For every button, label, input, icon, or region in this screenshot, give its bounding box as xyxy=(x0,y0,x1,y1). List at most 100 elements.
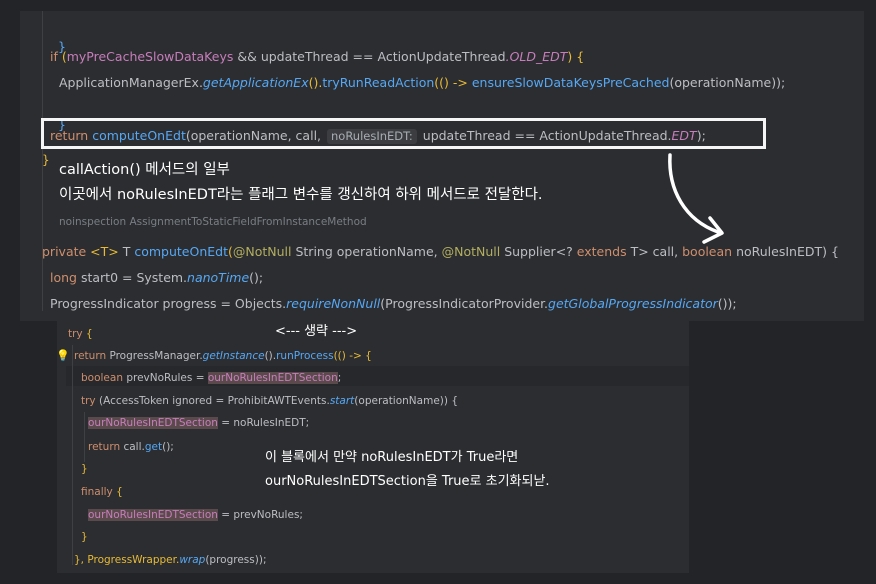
indent-guide xyxy=(72,345,73,565)
method-decl: computeOnEdt xyxy=(134,244,228,259)
bcode-line-4: try (AccessToken ignored = ProhibitAWTEv… xyxy=(81,394,458,408)
resource: (AccessToken ignored = ProhibitAWTEvents… xyxy=(95,395,330,407)
lambda-end: }, ProgressWrapper. xyxy=(74,554,180,566)
method-call: getApplicationEx xyxy=(202,75,309,90)
paren: (() -> xyxy=(434,75,472,90)
brace: { xyxy=(82,328,93,340)
end: ()); xyxy=(717,296,737,311)
code-line-5: return computeOnEdt(operationName, call,… xyxy=(50,128,706,144)
paren-brace: ) { xyxy=(567,49,585,64)
end: (); xyxy=(249,270,264,285)
annotation: @NotNull xyxy=(232,244,292,259)
method-call: nanoTime xyxy=(187,270,250,285)
brace: } xyxy=(81,531,88,543)
const-ref: EDT xyxy=(671,128,697,143)
args: (operationName, call, xyxy=(185,128,325,143)
kw-long: long xyxy=(50,270,77,285)
bcode-line-7: } xyxy=(81,462,88,476)
method-call: ensureSlowDataKeysPreCached xyxy=(471,75,670,90)
param: noRulesInEDT) { xyxy=(732,244,839,259)
method-call: wrap xyxy=(179,554,206,566)
caption-desc: 이곳에서 noRulesInEDT라는 플래그 변수를 갱신하여 하위 메서드로… xyxy=(59,187,543,203)
kw-finally: finally xyxy=(81,486,113,498)
bcode-line-8: finally { xyxy=(81,485,123,499)
method-call: start xyxy=(329,395,355,407)
end: ); xyxy=(696,128,706,143)
assign: prevNoRules = xyxy=(122,372,208,384)
var-ref: updateThread xyxy=(260,49,349,64)
method-call: tryRunReadAction xyxy=(322,75,435,90)
bcode-line-11: }, ProgressWrapper.wrap(progress)); xyxy=(74,553,266,567)
method-call: requireNonNull xyxy=(286,296,381,311)
note-line-2: ourNoRulesInEDTSection을 True로 초기화되낟. xyxy=(265,474,550,489)
assign: = prevNoRules; xyxy=(217,509,303,521)
kw-return: return xyxy=(50,128,93,143)
note-line-1: 이 블록에서 만약 noRulesInEDT가 True라면 xyxy=(265,450,519,465)
method-call: get xyxy=(144,441,163,453)
generic: <T> xyxy=(90,244,123,259)
code-line-2: if (myPreCacheSlowDataKeys && updateThre… xyxy=(50,49,584,65)
bcode-line-6: return call.get(); xyxy=(88,440,174,454)
code-line-9: long start0 = System.nanoTime(); xyxy=(50,270,263,286)
assign: start0 = System. xyxy=(76,270,188,285)
param: Supplier<? xyxy=(500,244,577,259)
lightbulb-icon[interactable]: 💡 xyxy=(56,349,70,362)
op-and: && xyxy=(233,49,261,64)
bcode-line-9: ourNoRulesInEDTSection = prevNoRules; xyxy=(88,508,303,522)
method-call: getGlobalProgressIndicator xyxy=(548,296,718,311)
class-ref: ActionUpdateThread xyxy=(377,49,506,64)
class-ref: ProgressManager. xyxy=(109,350,203,362)
curved-arrow-icon xyxy=(668,153,724,244)
bcode-line-10: } xyxy=(81,530,88,544)
indent-guide xyxy=(84,412,85,462)
brace: { xyxy=(112,486,123,498)
kw-try: try xyxy=(68,328,83,340)
closing-brace: } xyxy=(42,153,50,167)
bcode-line-1: try { xyxy=(68,327,93,341)
omitted-marker: <--- 생략 ---> xyxy=(275,324,358,339)
brace: } xyxy=(81,463,88,475)
kw-return: return xyxy=(74,350,110,362)
bcode-line-3: boolean prevNoRules = ourNoRulesInEDTSec… xyxy=(81,371,341,385)
assign: = noRulesInEDT; xyxy=(217,417,310,429)
const-ref: .OLD_EDT xyxy=(505,49,568,64)
paren: ( xyxy=(57,49,67,64)
args: updateThread == ActionUpdateThread. xyxy=(418,128,672,143)
end: (); xyxy=(162,441,174,453)
decl: ProgressIndicator progress = Objects. xyxy=(50,296,287,311)
args: (operationName)); xyxy=(669,75,786,90)
static-field-ref: ourNoRulesInEDTSection xyxy=(207,372,338,384)
annotation: @NotNull xyxy=(441,244,501,259)
field-ref: myPreCacheSlowDataKeys xyxy=(66,49,234,64)
paren: (). xyxy=(308,75,323,90)
static-field-ref: ourNoRulesInEDTSection xyxy=(88,509,218,521)
end: (progress)); xyxy=(205,554,267,566)
caption-title: callAction() 메서드의 일부 xyxy=(59,162,230,178)
bcode-line-5: ourNoRulesInEDTSection = noRulesInEDT; xyxy=(88,416,309,430)
kw-if: if xyxy=(50,49,58,64)
paren: (). xyxy=(264,350,277,362)
class-ref: ApplicationManagerEx xyxy=(59,75,199,90)
lambda: (() -> { xyxy=(333,350,372,362)
kw-extends: extends xyxy=(576,244,627,259)
kw-private: private xyxy=(42,244,91,259)
code-line-3: ApplicationManagerEx.getApplicationEx().… xyxy=(59,75,785,91)
var-ref: call. xyxy=(123,441,145,453)
param: String operationName, xyxy=(291,244,442,259)
args: (ProgressIndicatorProvider. xyxy=(380,296,549,311)
op-eq: == xyxy=(348,49,378,64)
noinspection-comment: noinspection AssignmentToStaticFieldFrom… xyxy=(59,216,367,228)
kw-return: return xyxy=(88,441,124,453)
end: (operationName)) { xyxy=(354,395,458,407)
param-hint: noRulesInEDT: xyxy=(327,129,417,144)
end: ; xyxy=(337,372,342,384)
method-call: computeOnEdt xyxy=(92,128,186,143)
bcode-line-2: return ProgressManager.getInstance().run… xyxy=(74,349,372,363)
type: T xyxy=(122,244,135,259)
method-call: runProcess xyxy=(276,350,334,362)
kw-try: try xyxy=(81,395,96,407)
method-call: getInstance xyxy=(202,350,265,362)
static-field-ref: ourNoRulesInEDTSection xyxy=(88,417,218,429)
code-line-10: ProgressIndicator progress = Objects.req… xyxy=(50,296,737,312)
kw-boolean: boolean xyxy=(81,372,123,384)
